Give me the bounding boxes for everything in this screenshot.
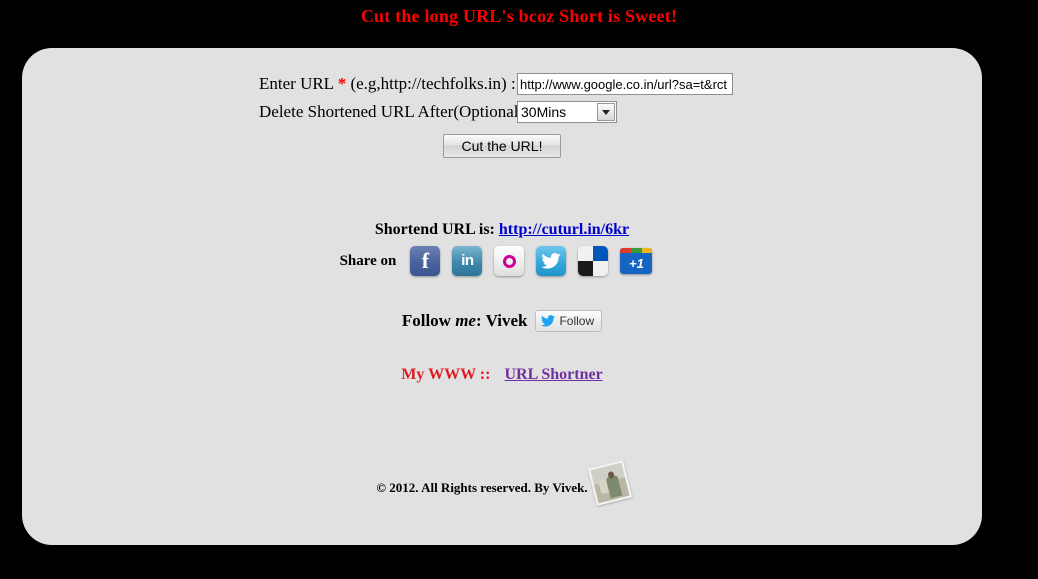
my-www-row: My WWW :: URL Shortner — [22, 366, 982, 384]
follow-prefix: Follow — [401, 311, 451, 330]
url-field-row: Enter URL * (e.g,http://techfolks.in) : — [22, 70, 982, 98]
ttl-select-wrapper: 30Mins — [517, 101, 617, 123]
my-www-label: My WWW :: — [401, 366, 491, 383]
result-prefix-label: Shortend URL is: — [374, 221, 495, 238]
shortened-url-result: Shortend URL is: http://cuturl.in/6kr — [22, 221, 982, 239]
follow-emphasis: me — [455, 311, 476, 330]
share-on-label: Share on — [339, 252, 397, 269]
linkedin-icon[interactable]: in — [452, 246, 483, 276]
share-bar: Share on f in +1 — [22, 246, 982, 276]
copyright-text: © 2012. All Rights reserved. By Vivek. — [376, 480, 588, 495]
plus-one-label: +1 — [628, 256, 644, 271]
main-panel: Enter URL * (e.g,http://techfolks.in) : … — [22, 48, 982, 545]
page-title: Cut the long URL's bcoz Short is Sweet! — [360, 6, 678, 26]
delicious-icon[interactable] — [578, 246, 609, 276]
ttl-field-label: Delete Shortened URL After(Optional) : — [259, 102, 534, 121]
facebook-icon[interactable]: f — [410, 246, 441, 276]
cut-the-url-button[interactable]: Cut the URL! — [442, 134, 562, 158]
url-field-label: Enter URL * (e.g,http://techfolks.in) : — [259, 74, 517, 94]
required-asterisk: * — [337, 74, 347, 93]
footer: © 2012. All Rights reserved. By Vivek. — [22, 460, 982, 512]
shortened-url-link[interactable]: http://cuturl.in/6kr — [499, 221, 629, 238]
author-photo — [587, 460, 632, 506]
twitter-follow-button[interactable]: Follow — [535, 310, 603, 332]
submit-row: Cut the URL! — [22, 132, 982, 160]
follow-button-label: Follow — [559, 314, 595, 328]
url-shortner-link[interactable]: URL Shortner — [504, 366, 602, 383]
orkut-icon[interactable] — [494, 246, 525, 276]
follow-text: Follow me: Vivek — [402, 311, 528, 331]
twitter-icon[interactable] — [536, 246, 567, 276]
follow-suffix: : Vivek — [475, 311, 528, 330]
url-label-text: Enter URL — [259, 74, 334, 93]
ttl-select[interactable]: 30Mins — [517, 101, 617, 123]
ttl-field-row: Delete Shortened URL After(Optional) : 3… — [22, 98, 982, 126]
google-plus-one-icon[interactable]: +1 — [620, 248, 653, 274]
url-label-hint: (e.g,http://techfolks.in) : — [350, 74, 516, 93]
follow-bar: Follow me: Vivek Follow — [22, 310, 982, 332]
twitter-bird-icon — [541, 315, 556, 327]
url-input[interactable] — [517, 73, 733, 95]
shorten-form: Enter URL * (e.g,http://techfolks.in) : … — [22, 70, 982, 160]
